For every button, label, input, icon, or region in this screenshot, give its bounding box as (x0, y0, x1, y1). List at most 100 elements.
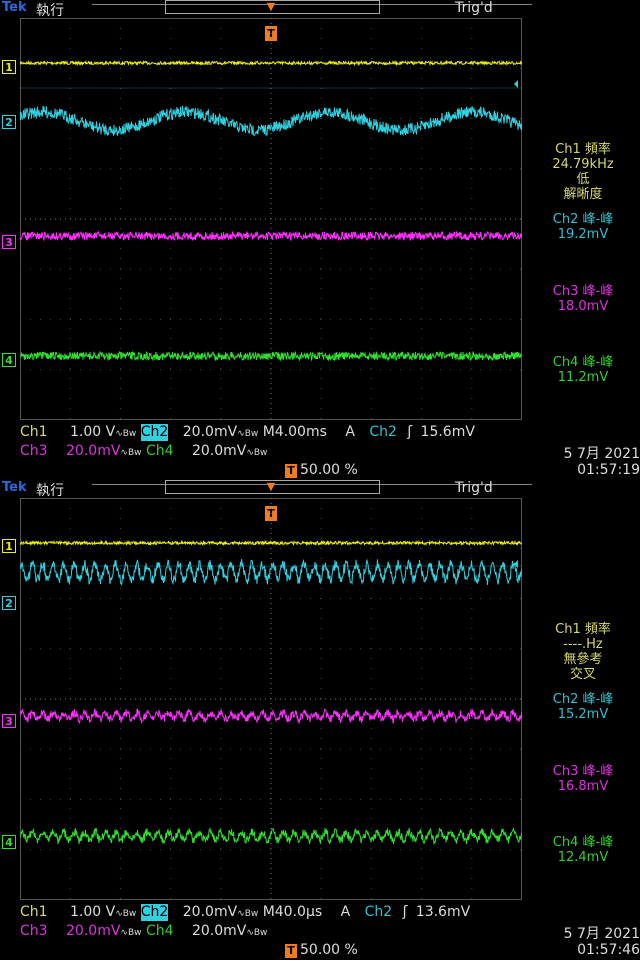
trigger-position[interactable]: 50.00 % (300, 462, 358, 478)
brand-logo: Tek (2, 480, 27, 495)
measurement-note: 交叉 (569, 667, 596, 682)
ch1-scale[interactable]: 1.00 V (70, 904, 115, 921)
ch1-label[interactable]: Ch1 (20, 424, 48, 441)
ch3-marker[interactable]: 3 (2, 714, 16, 728)
measurement-ch3-pp: Ch3 峰-峰 18.0mV (528, 284, 638, 314)
trigger-source[interactable]: Ch2 (365, 904, 393, 921)
trigger-position-readout: T 50.00 % (285, 462, 358, 478)
measurement-ch1-freq: Ch1 頻率 ----.Hz 無參考 交叉 (528, 622, 638, 682)
bw-limit-icon: ∿Bw (237, 429, 259, 439)
timebase[interactable]: M4.00ms (263, 424, 327, 441)
graticule (20, 498, 522, 900)
measurement-ch1-freq: Ch1 頻率 24.79kHz 低 解晰度 (528, 142, 638, 202)
ch3-scale[interactable]: 20.0mV (66, 923, 120, 940)
bw-limit-icon: ∿Bw (120, 928, 142, 938)
ch1-label[interactable]: Ch1 (20, 904, 48, 921)
measurement-label: Ch2 峰-峰 (552, 212, 614, 227)
trigger-label: A (340, 904, 351, 920)
ch4-marker[interactable]: 4 (2, 353, 16, 367)
date: 5 7月 2021 (563, 926, 640, 942)
measurement-note: 低 (576, 172, 590, 187)
ch1-trace (20, 539, 522, 547)
measurement-value: 15.2mV (557, 707, 609, 722)
ch3-trace (20, 708, 522, 725)
ch2-marker[interactable]: 2 (2, 115, 16, 129)
status-row-2: Ch3 20.0mV∿Bw Ch4 20.0mV∿Bw (20, 443, 267, 462)
trigger-source[interactable]: Ch2 (369, 424, 397, 441)
bw-limit-icon: ∿Bw (237, 909, 259, 919)
measurement-label: Ch4 峰-峰 (552, 835, 614, 850)
ch3-label[interactable]: Ch3 (20, 443, 48, 460)
trigger-slope-icon: ʃ (407, 424, 413, 440)
bw-limit-icon: ∿Bw (246, 928, 268, 938)
trigger-level[interactable]: 13.6mV (416, 904, 470, 921)
trigger-level[interactable]: 15.6mV (421, 424, 475, 441)
scope-screen-2: Tek 執行 ▼ Trig'd T 1 2 3 4 Ch1 頻率 ----.Hz… (0, 480, 640, 960)
measurement-label: Ch3 峰-峰 (552, 764, 614, 779)
trigger-label: A (345, 424, 355, 440)
ch4-scale[interactable]: 20.0mV (192, 443, 246, 460)
measurement-note: 無參考 (563, 652, 603, 667)
measurement-value: 24.79kHz (552, 157, 614, 172)
measurement-value: 12.4mV (557, 850, 609, 865)
measurement-note: 解晰度 (563, 187, 603, 202)
ch4-trace (20, 827, 522, 845)
ch1-scale[interactable]: 1.00 V (70, 424, 115, 441)
measurement-label: Ch1 頻率 (555, 622, 611, 637)
status-row-2: Ch3 20.0mV∿Bw Ch4 20.0mV∿Bw (20, 923, 267, 942)
measurement-value: ----.Hz (563, 637, 603, 652)
measurement-ch2-pp: Ch2 峰-峰 15.2mV (528, 692, 638, 722)
ch1-marker[interactable]: 1 (2, 539, 16, 553)
status-row-1: Ch1 1.00 V∿Bw Ch2 20.0mV∿Bw M40.0µs A Ch… (20, 904, 470, 923)
ch4-label[interactable]: Ch4 (146, 443, 174, 460)
ch2-label[interactable]: Ch2 (140, 424, 169, 441)
measurement-ch4-pp: Ch4 峰-峰 12.4mV (528, 835, 638, 865)
date: 5 7月 2021 (563, 446, 640, 462)
measurement-ch4-pp: Ch4 峰-峰 11.2mV (528, 355, 638, 385)
measurement-ch2-pp: Ch2 峰-峰 19.2mV (528, 212, 638, 242)
measurement-value: 18.0mV (557, 299, 609, 314)
time: 01:57:46 (577, 942, 640, 958)
ch2-scale[interactable]: 20.0mV (183, 904, 237, 921)
acquisition-mode: 執行 (36, 483, 64, 499)
trigger-state: Trig'd (455, 480, 493, 496)
ch4-scale[interactable]: 20.0mV (192, 923, 246, 940)
ch2-marker[interactable]: 2 (2, 596, 16, 610)
ch2-scale[interactable]: 20.0mV (183, 424, 237, 441)
acquisition-mode: 執行 (36, 3, 64, 19)
trigger-position[interactable]: 50.00 % (300, 942, 358, 958)
timebase[interactable]: M40.0µs (263, 904, 322, 921)
status-row-1: Ch1 1.00 V∿Bw Ch2 20.0mV∿Bw M4.00ms A Ch… (20, 424, 475, 443)
trigger-position-icon: ▼ (266, 480, 276, 493)
brand-logo: Tek (2, 0, 27, 15)
bw-limit-icon: ∿Bw (115, 909, 137, 919)
measurement-value: 19.2mV (557, 227, 609, 242)
ch1-marker[interactable]: 1 (2, 60, 16, 74)
trigger-icon: T (285, 464, 297, 478)
trigger-slope-icon: ʃ (402, 904, 408, 920)
graticule (20, 18, 522, 420)
trigger-state: Trig'd (455, 0, 493, 16)
top-bar: Tek 執行 ▼ Trig'd (0, 480, 640, 499)
bw-limit-icon: ∿Bw (246, 448, 268, 458)
trigger-position-readout: T 50.00 % (285, 942, 358, 958)
top-bar: Tek 執行 ▼ Trig'd (0, 0, 640, 19)
ch4-marker[interactable]: 4 (2, 835, 16, 849)
ch2-label[interactable]: Ch2 (140, 904, 169, 921)
trigger-position-icon: ▼ (266, 0, 276, 13)
ch4-label[interactable]: Ch4 (146, 923, 174, 940)
trigger-level-icon (514, 80, 518, 88)
ch3-scale[interactable]: 20.0mV (66, 443, 120, 460)
trigger-icon: T (285, 944, 297, 958)
measurement-ch3-pp: Ch3 峰-峰 16.8mV (528, 764, 638, 794)
measurement-label: Ch3 峰-峰 (552, 284, 614, 299)
measurement-value: 11.2mV (557, 370, 609, 385)
measurement-label: Ch4 峰-峰 (552, 355, 614, 370)
ch3-marker[interactable]: 3 (2, 235, 16, 249)
measurement-label: Ch2 峰-峰 (552, 692, 614, 707)
ch3-label[interactable]: Ch3 (20, 923, 48, 940)
ch1-trace (20, 59, 522, 67)
bw-limit-icon: ∿Bw (115, 429, 137, 439)
measurement-label: Ch1 頻率 (555, 142, 611, 157)
time: 01:57:19 (577, 462, 640, 478)
